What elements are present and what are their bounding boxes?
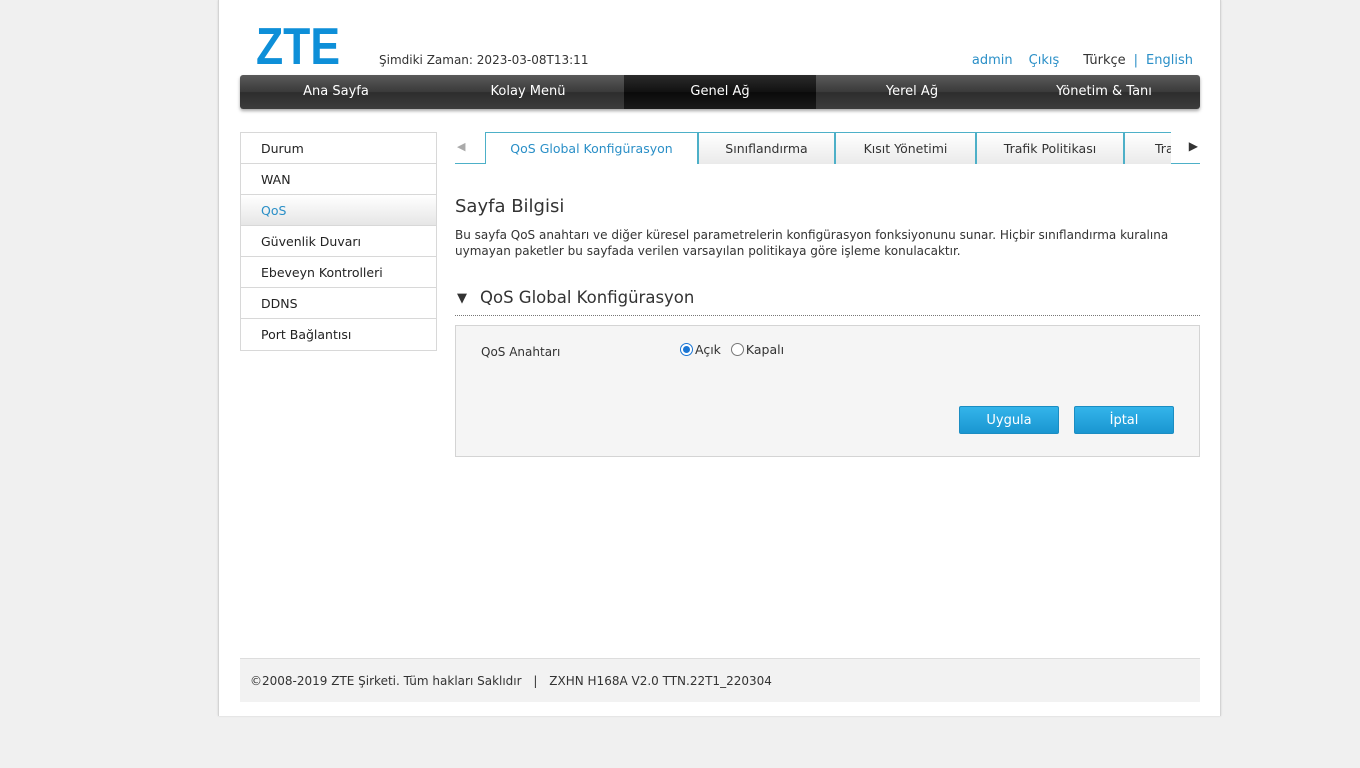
footer-separator: | [533,674,538,688]
qos-switch-label: QoS Anahtarı [481,345,561,359]
qos-on-label[interactable]: Açık [695,342,721,357]
logo-text: ZTE [256,20,340,70]
language-separator: | [1133,53,1139,68]
footer-copyright: ©2008-2019 ZTE Şirketi. Tüm hakları Sakl… [250,674,522,688]
nav-ana-sayfa[interactable]: Ana Sayfa [240,75,432,109]
section-title: QoS Global Konfigürasyon [480,288,695,307]
user-link[interactable]: admin [972,53,1013,68]
qos-on-radio[interactable] [680,343,693,356]
tab-siniflandirma[interactable]: Sınıflandırma [698,132,835,164]
tab-scroll-left-icon[interactable]: ◀ [457,140,465,153]
tab-qos-global[interactable]: QoS Global Konfigürasyon [485,132,698,164]
current-time-value: 2023-03-08T13:11 [476,53,589,67]
current-time-label: Şimdiki Zaman: [379,53,473,67]
section-header[interactable]: ▼ QoS Global Konfigürasyon [455,288,1200,316]
tab-kisit-yonetimi[interactable]: Kısıt Yönetimi [835,132,976,164]
page-container: ZTE Şimdiki Zaman: 2023-03-08T13:11 admi… [218,0,1221,716]
tab-strip: QoS Global Konfigürasyon Sınıflandırma K… [485,132,1171,164]
nav-yonetim-tani[interactable]: Yönetim & Tanı [1008,75,1200,109]
language-english-link[interactable]: English [1146,53,1193,68]
sidebar-item-ebeveyn-kontrolleri[interactable]: Ebeveyn Kontrolleri [241,257,436,288]
language-current[interactable]: Türkçe [1083,53,1125,68]
footer: ©2008-2019 ZTE Şirketi. Tüm hakları Sakl… [240,658,1200,702]
tab-scroll-right-icon[interactable]: ▶ [1189,139,1198,153]
zte-logo: ZTE [256,20,340,70]
sidebar: Durum WAN QoS Güvenlik Duvarı Ebeveyn Ko… [240,132,437,351]
sidebar-item-wan[interactable]: WAN [241,164,436,195]
sidebar-item-qos[interactable]: QoS [241,195,436,226]
tab-trafik-politikasi[interactable]: Trafik Politikası [976,132,1124,164]
sidebar-item-ddns[interactable]: DDNS [241,288,436,319]
qos-form-panel: QoS Anahtarı Açık Kapalı Uygula İptal [455,325,1200,457]
nav-kolay-menu[interactable]: Kolay Menü [432,75,624,109]
tab-bar: ◀ QoS Global Konfigürasyon Sınıflandırma… [455,132,1200,164]
top-links: admin Çıkış Türkçe | English [972,53,1193,68]
logout-link[interactable]: Çıkış [1029,53,1060,68]
page-info-text: Bu sayfa QoS anahtarı ve diğer küresel p… [455,228,1169,258]
sidebar-item-guvenlik-duvari[interactable]: Güvenlik Duvarı [241,226,436,257]
nav-yerel-ag[interactable]: Yerel Ağ [816,75,1008,109]
page-info-title: Sayfa Bilgisi [455,196,565,217]
sidebar-item-durum[interactable]: Durum [241,133,436,164]
qos-off-radio[interactable] [730,343,744,356]
current-time: Şimdiki Zaman: 2023-03-08T13:11 [379,53,588,67]
apply-button[interactable]: Uygula [959,406,1059,434]
tab-truncated[interactable]: Tra [1124,132,1171,164]
collapse-arrow-icon[interactable]: ▼ [457,291,467,306]
qos-switch-radios: Açık Kapalı [680,342,794,357]
nav-genel-ag[interactable]: Genel Ağ [624,75,816,109]
main-nav: Ana Sayfa Kolay Menü Genel Ağ Yerel Ağ Y… [240,75,1200,109]
sidebar-item-port-baglantisi[interactable]: Port Bağlantısı [241,319,436,350]
footer-version: ZXHN H168A V2.0 TTN.22T1_220304 [549,674,772,688]
cancel-button[interactable]: İptal [1074,406,1174,434]
qos-off-label[interactable]: Kapalı [746,342,784,357]
